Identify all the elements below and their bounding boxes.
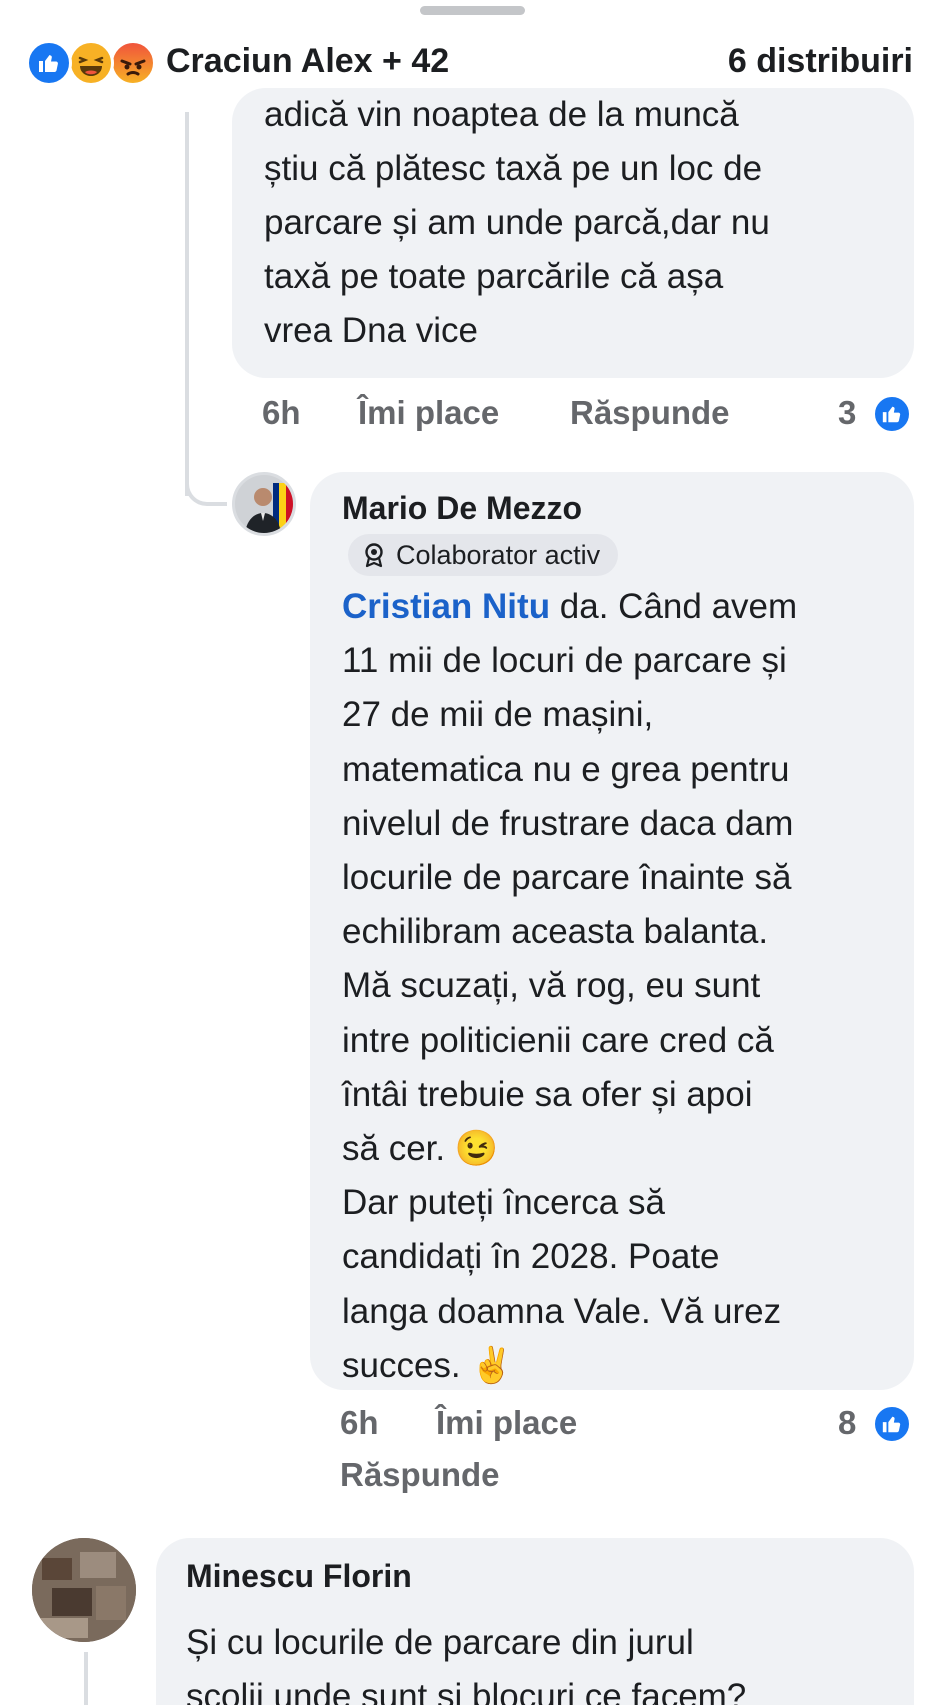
thread-line bbox=[84, 1652, 88, 1705]
comment-text-body: 11 mii de locuri de parcare și 27 de mii… bbox=[342, 641, 794, 1169]
reply-comment-button[interactable]: Răspunde bbox=[570, 394, 730, 432]
award-icon bbox=[365, 543, 383, 568]
reply-comment-button[interactable]: Răspunde bbox=[340, 1456, 500, 1494]
comment-like-count[interactable]: 8 bbox=[838, 1404, 856, 1442]
comment-bubble[interactable]: Minescu Florin Și cu locurile de parcare… bbox=[156, 1538, 914, 1705]
wink-emoji: 😉 bbox=[454, 1129, 499, 1169]
haha-icon bbox=[68, 40, 114, 86]
like-icon bbox=[26, 40, 72, 86]
reaction-summary[interactable] bbox=[26, 40, 156, 86]
mention-link[interactable]: Cristian Nitu bbox=[342, 587, 550, 626]
comment-text: Cristian Nitu da. Când avem 11 mii de lo… bbox=[342, 580, 902, 1393]
reactions-header: Craciun Alex + 42 6 distribuiri bbox=[0, 30, 945, 94]
thread-line bbox=[185, 112, 189, 496]
thread-line-branch bbox=[185, 470, 227, 506]
angry-icon bbox=[110, 40, 156, 86]
comment-text-first-line: da. Când avem bbox=[550, 587, 798, 626]
comment-author[interactable]: Mario De Mezzo bbox=[342, 490, 582, 527]
comment-time: 6h bbox=[262, 394, 301, 431]
comment-text: adică vin noaptea de la muncă știu că pl… bbox=[264, 95, 770, 350]
comment-like-count[interactable]: 3 bbox=[838, 394, 856, 432]
comment-bubble[interactable]: adică vin noaptea de la muncă știu că pl… bbox=[232, 88, 914, 378]
shares-count[interactable]: 6 distribuiri bbox=[728, 42, 913, 81]
avatar[interactable] bbox=[32, 1538, 136, 1642]
like-icon bbox=[872, 1404, 912, 1444]
like-comment-button[interactable]: Îmi place bbox=[358, 394, 499, 432]
reaction-names[interactable]: Craciun Alex + 42 bbox=[166, 42, 449, 81]
comment-author[interactable]: Minescu Florin bbox=[186, 1558, 412, 1595]
comment-text-body-2: Dar puteți încerca să candidați în 2028.… bbox=[342, 1183, 782, 1385]
badge-label: Colaborator activ bbox=[396, 539, 601, 570]
comment-text: Și cu locurile de parcare din jurul școl… bbox=[186, 1623, 747, 1705]
comment-time: 6h bbox=[340, 1404, 379, 1441]
victory-emoji: ✌ bbox=[470, 1345, 514, 1385]
sheet-drag-handle[interactable] bbox=[420, 6, 525, 15]
status-badge[interactable]: Colaborator activ bbox=[348, 534, 619, 576]
like-comment-button[interactable]: Îmi place bbox=[436, 1404, 577, 1442]
like-icon bbox=[872, 394, 912, 434]
avatar[interactable] bbox=[232, 472, 296, 536]
comment-bubble[interactable]: Mario De Mezzo Colaborator activ Cristia… bbox=[310, 472, 914, 1390]
